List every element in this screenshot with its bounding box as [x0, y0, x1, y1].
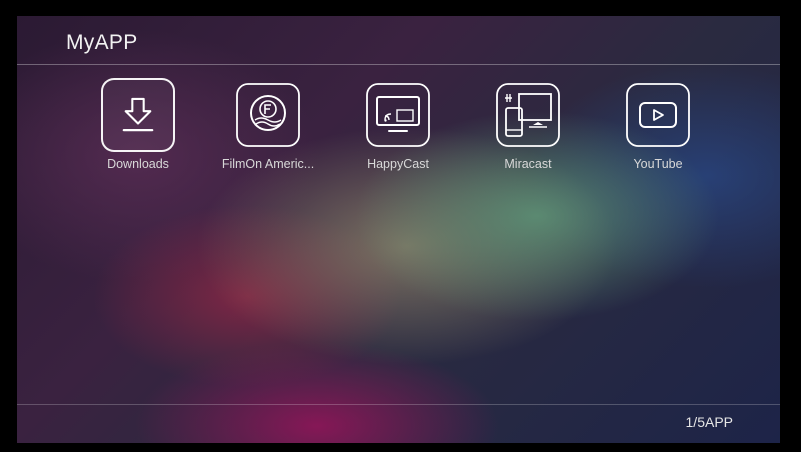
- app-label: HappyCast: [367, 157, 429, 171]
- app-miracast[interactable]: Miracast: [464, 76, 574, 176]
- app-label: Miracast: [504, 157, 552, 171]
- page-indicator: 1/5APP: [685, 414, 733, 430]
- cast-icon: [366, 83, 430, 147]
- app-label: FilmOn Americ...: [221, 157, 315, 171]
- footer-divider: [17, 404, 780, 405]
- miracast-icon: [496, 83, 560, 147]
- app-label: Downloads: [107, 157, 169, 171]
- app-happycast[interactable]: HappyCast: [334, 76, 444, 176]
- app-label: YouTube: [633, 157, 683, 171]
- page-title: MyAPP: [66, 31, 138, 54]
- app-tile[interactable]: [361, 78, 435, 152]
- app-youtube[interactable]: YouTube: [594, 76, 704, 176]
- app-downloads[interactable]: Downloads: [74, 76, 184, 176]
- app-grid: Downloads FilmOn Americ... HappyCast Mir…: [17, 76, 780, 186]
- header-divider: [17, 64, 780, 65]
- app-tile[interactable]: [621, 78, 695, 152]
- app-tile[interactable]: [101, 78, 175, 152]
- app-filmon[interactable]: FilmOn Americ...: [204, 76, 314, 176]
- download-icon: [122, 97, 154, 132]
- filmon-icon: [236, 83, 300, 147]
- screen: MyAPP Downloads FilmOn Americ... HappyCa…: [17, 16, 780, 443]
- app-tile[interactable]: [231, 78, 305, 152]
- app-tile[interactable]: [491, 78, 565, 152]
- tv-frame: MyAPP Downloads FilmOn Americ... HappyCa…: [0, 0, 801, 452]
- youtube-icon: [626, 83, 690, 147]
